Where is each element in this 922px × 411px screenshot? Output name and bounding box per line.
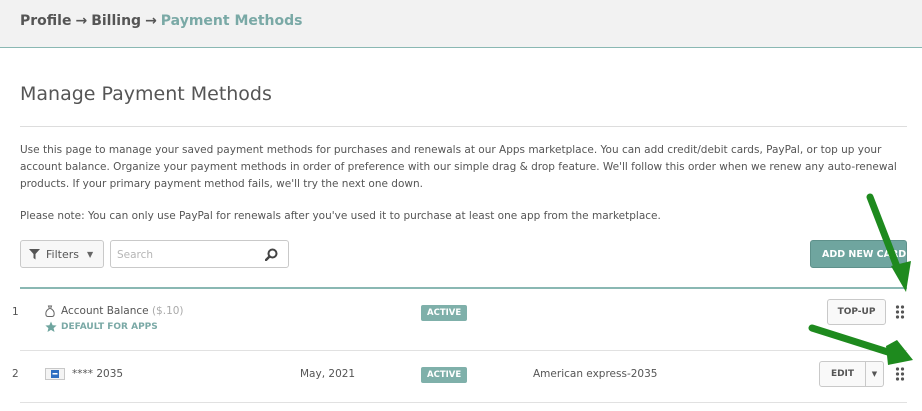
default-for-apps-tag: DEFAULT FOR APPS	[45, 321, 158, 333]
breadcrumb-billing[interactable]: Billing	[91, 13, 141, 29]
drag-handle-icon[interactable]	[895, 367, 905, 381]
breadcrumb-profile[interactable]: Profile	[20, 13, 71, 29]
row-number: 2	[12, 368, 19, 380]
account-balance-label: Account Balance	[61, 305, 149, 317]
payment-method-name: Account Balance ($.10)	[61, 305, 184, 317]
breadcrumb-separator: →	[145, 13, 157, 29]
top-up-button[interactable]: TOP-UP	[827, 299, 886, 325]
amex-card-icon	[45, 368, 65, 380]
chevron-down-icon: ▼	[86, 249, 94, 259]
filters-button[interactable]: Filters ▼	[20, 240, 104, 268]
money-bag-icon	[45, 305, 55, 317]
filter-icon	[29, 248, 40, 259]
intro-text: Use this page to manage your saved payme…	[20, 144, 897, 190]
breadcrumb-separator: →	[75, 13, 88, 29]
balance-amount: ($.10)	[151, 305, 184, 317]
table-top-border	[20, 287, 907, 289]
top-bar: Profile → Billing → Payment Methods	[0, 0, 922, 48]
page-title: Manage Payment Methods	[20, 83, 272, 105]
title-divider	[20, 126, 907, 127]
drag-handle-icon[interactable]	[895, 305, 905, 319]
search-icon[interactable]	[265, 248, 278, 261]
search-box[interactable]	[110, 240, 289, 268]
edit-button[interactable]: EDIT	[819, 361, 866, 387]
breadcrumb-payment-methods: Payment Methods	[160, 13, 303, 29]
status-badge: ACTIVE	[421, 305, 468, 321]
card-label: American express-2035	[533, 368, 658, 380]
card-number: **** 2035	[72, 368, 124, 380]
filters-label: Filters	[46, 247, 79, 261]
row-divider	[20, 350, 907, 351]
breadcrumb: Profile → Billing → Payment Methods	[20, 13, 303, 29]
search-input[interactable]	[117, 246, 257, 264]
row-divider	[20, 402, 907, 403]
card-expiry: May, 2021	[300, 368, 356, 380]
paypal-note: Please note: You can only use PayPal for…	[20, 210, 661, 222]
edit-dropdown-toggle[interactable]: ▼	[866, 361, 884, 387]
add-new-card-button[interactable]: ADD NEW CARD	[810, 240, 907, 268]
default-label: DEFAULT FOR APPS	[61, 322, 158, 332]
chevron-down-icon: ▼	[871, 370, 878, 378]
row-number: 1	[12, 306, 19, 318]
star-icon	[45, 321, 57, 332]
status-badge: ACTIVE	[421, 367, 468, 383]
